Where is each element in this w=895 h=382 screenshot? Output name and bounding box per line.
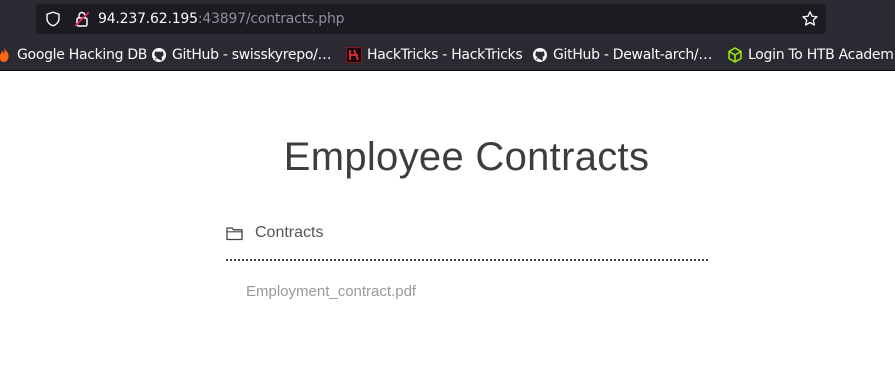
bookmark-label: Google Hacking DB [17, 47, 148, 63]
folder-icon [226, 226, 243, 240]
page-title: Employee Contracts [283, 135, 650, 179]
flame-icon [0, 48, 9, 62]
page-content: Employee Contracts Contracts Employment_… [0, 71, 895, 382]
folder-contracts[interactable]: Contracts [226, 221, 323, 245]
folder-label: Contracts [255, 224, 324, 241]
bookmark-label: HackTricks - HackTricks [367, 47, 523, 63]
bookmark-github-dewalt-arch[interactable]: GitHub - Dewalt-arch/… [532, 46, 712, 64]
address-bar[interactable]: 94.237.62.195:43897/contracts.php [36, 4, 826, 34]
browser-toolbar: 94.237.62.195:43897/contracts.php [0, 0, 895, 38]
file-link-employment-contract[interactable]: Employment_contract.pdf [246, 283, 416, 300]
bookmarks-bar: Google Hacking DB GitHub - swisskyrepo/…… [0, 38, 895, 71]
shield-icon[interactable] [45, 11, 61, 27]
insecure-lock-icon[interactable] [73, 10, 91, 28]
bookmark-label: GitHub - swisskyrepo/… [172, 47, 332, 63]
url-host: 94.237.62.195 [98, 11, 198, 27]
url-text[interactable]: 94.237.62.195:43897/contracts.php [98, 10, 345, 28]
bookmark-label: GitHub - Dewalt-arch/… [553, 47, 713, 63]
url-path: :43897/contracts.php [197, 11, 345, 27]
bookmark-github-swisskyrepo[interactable]: GitHub - swisskyrepo/… [151, 46, 332, 64]
htb-cube-icon [728, 47, 742, 63]
github-icon [152, 48, 166, 62]
github-icon [533, 48, 547, 62]
hacktricks-icon [346, 47, 362, 63]
bookmark-hacktricks[interactable]: HackTricks - HackTricks [346, 46, 523, 64]
bookmark-htb-academy[interactable]: Login To HTB Academ… [727, 46, 895, 64]
bookmark-star-icon[interactable] [801, 10, 819, 28]
bookmark-label: Login To HTB Academ… [748, 47, 895, 63]
bookmark-google-hacking-db[interactable]: Google Hacking DB [0, 46, 147, 64]
dotted-divider [226, 259, 708, 261]
